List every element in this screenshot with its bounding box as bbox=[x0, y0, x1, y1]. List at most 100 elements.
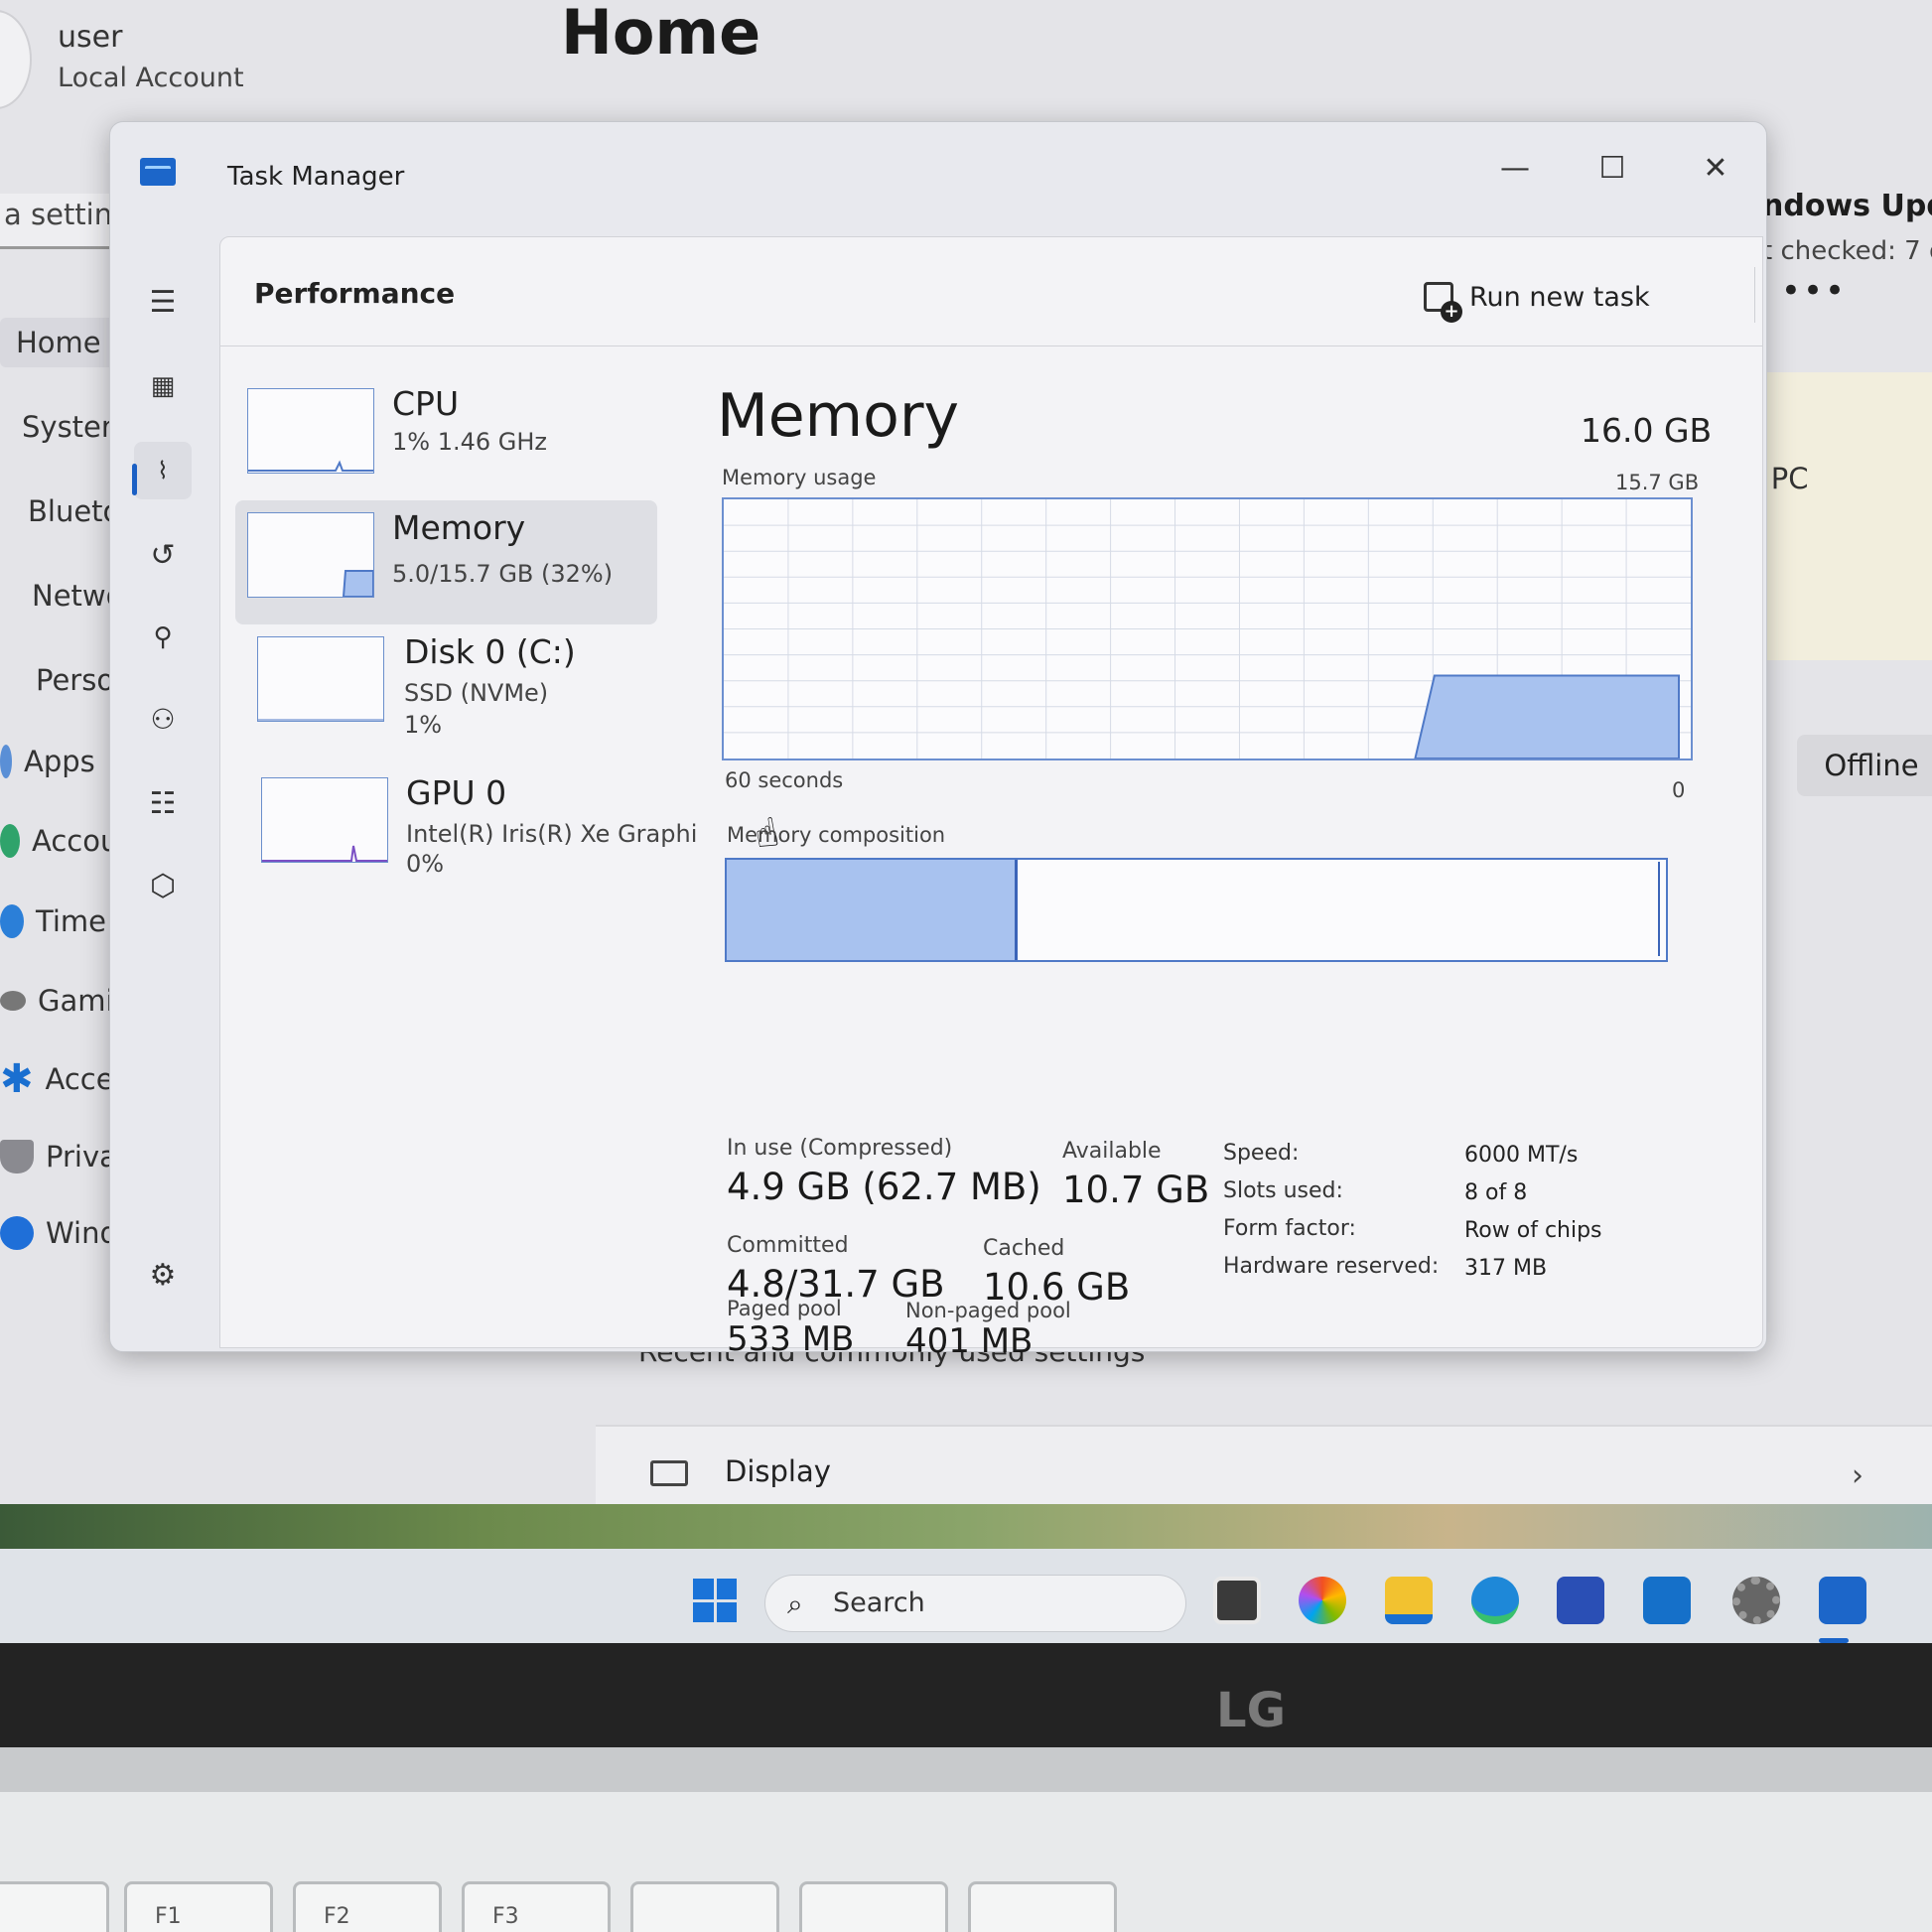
device-item-gpu[interactable]: GPU 0 Intel(R) Iris(R) Xe Graphi 0% bbox=[235, 765, 697, 890]
store-icon[interactable] bbox=[1557, 1577, 1604, 1624]
display-label: Display bbox=[725, 1454, 831, 1488]
processes-icon[interactable]: ▦ bbox=[134, 357, 192, 415]
task-manager-taskbar-icon[interactable] bbox=[1819, 1577, 1866, 1624]
users-icon[interactable]: ⚇ bbox=[134, 690, 192, 748]
more-options-button[interactable]: ••• bbox=[1781, 265, 1845, 317]
user-block: user Local Account bbox=[58, 20, 244, 93]
device-item-disk[interactable]: Disk 0 (C:) SSD (NVMe) 1% bbox=[235, 624, 662, 749]
form-factor-label: Form factor: bbox=[1223, 1216, 1356, 1241]
apps-icon bbox=[0, 745, 12, 778]
usage-max-label: 15.7 GB bbox=[1615, 471, 1700, 494]
new-task-icon bbox=[1424, 282, 1462, 323]
account-type: Local Account bbox=[58, 63, 244, 93]
nav-item-label: Apps bbox=[24, 745, 95, 778]
performance-icon[interactable]: ⌇ bbox=[134, 442, 192, 499]
f5-key bbox=[799, 1881, 948, 1932]
minimize-button[interactable]: — bbox=[1480, 142, 1550, 194]
nav-item-apps[interactable]: Apps bbox=[0, 737, 95, 786]
memory-usage-graph bbox=[722, 497, 1693, 760]
search-placeholder: Search bbox=[833, 1587, 925, 1618]
settings-app-icon[interactable] bbox=[1732, 1577, 1780, 1624]
nav-item-home[interactable]: Home bbox=[0, 318, 117, 367]
device-item-memory[interactable]: Memory 5.0/15.7 GB (32%) bbox=[235, 500, 657, 624]
globe-icon bbox=[0, 904, 24, 938]
page-title: Home bbox=[561, 0, 761, 69]
device-name: Memory bbox=[392, 508, 526, 547]
shield-icon bbox=[0, 1140, 34, 1173]
active-tab-indicator bbox=[132, 464, 137, 495]
startup-apps-icon[interactable]: ⚲ bbox=[134, 609, 192, 666]
monitor-icon bbox=[650, 1460, 688, 1486]
update-icon bbox=[0, 1216, 34, 1250]
brand-logo: LG bbox=[1216, 1683, 1286, 1738]
paged-pool-value: 533 MB bbox=[727, 1319, 855, 1359]
accounts-icon bbox=[0, 824, 20, 858]
gamepad-icon bbox=[0, 991, 26, 1011]
info-card bbox=[1747, 372, 1932, 660]
device-stat: 1% 1.46 GHz bbox=[392, 428, 548, 456]
f1-key: F1 bbox=[124, 1881, 273, 1932]
time-span-label: 60 seconds bbox=[725, 768, 844, 792]
outlook-icon[interactable] bbox=[1643, 1577, 1691, 1624]
details-icon[interactable]: ☷ bbox=[134, 774, 192, 832]
non-paged-pool-value: 401 MB bbox=[905, 1321, 1034, 1361]
memory-composition-bar bbox=[725, 858, 1668, 962]
keyboard-deck bbox=[0, 1792, 1932, 1932]
usage-area bbox=[1414, 674, 1680, 759]
f6-key bbox=[968, 1881, 1117, 1932]
hamburger-menu-icon[interactable]: ☰ bbox=[134, 273, 192, 331]
close-button[interactable]: ✕ bbox=[1681, 142, 1750, 194]
app-history-icon[interactable]: ↺ bbox=[134, 526, 192, 584]
taskbar-search[interactable]: ⌕ Search bbox=[764, 1575, 1186, 1632]
last-checked-text: t checked: 7 da bbox=[1762, 236, 1932, 266]
cached-label: Cached bbox=[983, 1236, 1065, 1261]
window-title: Task Manager bbox=[227, 162, 405, 192]
settings-gear-icon[interactable]: ⚙ bbox=[134, 1246, 192, 1304]
f3-key: F3 bbox=[462, 1881, 611, 1932]
task-view-icon[interactable] bbox=[1213, 1577, 1261, 1624]
file-explorer-icon[interactable] bbox=[1385, 1577, 1433, 1624]
task-manager-icon bbox=[140, 158, 176, 186]
title-bar[interactable]: Task Manager — ☐ ✕ bbox=[110, 122, 1766, 233]
services-icon[interactable]: ⬡ bbox=[134, 857, 192, 914]
usage-min-label: 0 bbox=[1672, 778, 1686, 802]
slots-used-label: Slots used: bbox=[1223, 1178, 1343, 1203]
copilot-icon[interactable] bbox=[1299, 1577, 1346, 1624]
in-use-value: 4.9 GB (62.7 MB) bbox=[727, 1166, 1041, 1208]
device-item-cpu[interactable]: CPU 1% 1.46 GHz bbox=[235, 376, 662, 500]
hardware-reserved-value: 317 MB bbox=[1464, 1256, 1548, 1281]
gpu-thumbnail-graph bbox=[261, 777, 388, 863]
speed-value: 6000 MT/s bbox=[1464, 1143, 1579, 1168]
user-avatar[interactable] bbox=[0, 10, 32, 109]
chevron-right-icon: › bbox=[1852, 1458, 1863, 1493]
available-label: Available bbox=[1062, 1139, 1162, 1164]
settings-search-input[interactable]: a setting bbox=[0, 194, 117, 249]
slots-used-value: 8 of 8 bbox=[1464, 1180, 1528, 1205]
committed-label: Committed bbox=[727, 1233, 849, 1258]
header-divider bbox=[1754, 267, 1755, 323]
start-icon[interactable] bbox=[693, 1579, 737, 1622]
edge-icon[interactable] bbox=[1471, 1577, 1519, 1624]
user-name: user bbox=[58, 20, 123, 55]
maximize-button[interactable]: ☐ bbox=[1578, 142, 1647, 194]
speed-label: Speed: bbox=[1223, 1141, 1300, 1166]
non-paged-pool-label: Non-paged pool bbox=[905, 1299, 1071, 1322]
available-value: 10.7 GB bbox=[1062, 1169, 1210, 1211]
esc-key bbox=[0, 1881, 109, 1932]
f4-key bbox=[630, 1881, 779, 1932]
device-type: SSD (NVMe) bbox=[404, 679, 549, 707]
taskbar: ⌕ Search bbox=[0, 1549, 1932, 1643]
paged-pool-label: Paged pool bbox=[727, 1297, 842, 1320]
run-new-task-label: Run new task bbox=[1469, 281, 1650, 313]
device-name: GPU 0 bbox=[406, 773, 507, 812]
search-icon: ⌕ bbox=[787, 1587, 803, 1620]
memory-composition-label: Memory composition bbox=[727, 823, 946, 847]
nav-rail: ☰ ▦ ⌇ ↺ ⚲ ⚇ ☷ ⬡ ⚙ bbox=[110, 233, 214, 1353]
cpu-thumbnail-graph bbox=[247, 388, 374, 474]
task-manager-window: Task Manager — ☐ ✕ ☰ ▦ ⌇ ↺ ⚲ ⚇ ☷ ⬡ ⚙ Per… bbox=[109, 121, 1845, 1361]
free-segment-marker bbox=[1658, 862, 1662, 956]
offline-button[interactable]: Offline bbox=[1797, 735, 1932, 796]
run-new-task-button[interactable]: Run new task bbox=[1410, 273, 1664, 323]
page-title: Performance bbox=[254, 277, 456, 310]
page-header: Performance Run new task ••• bbox=[220, 237, 1845, 346]
